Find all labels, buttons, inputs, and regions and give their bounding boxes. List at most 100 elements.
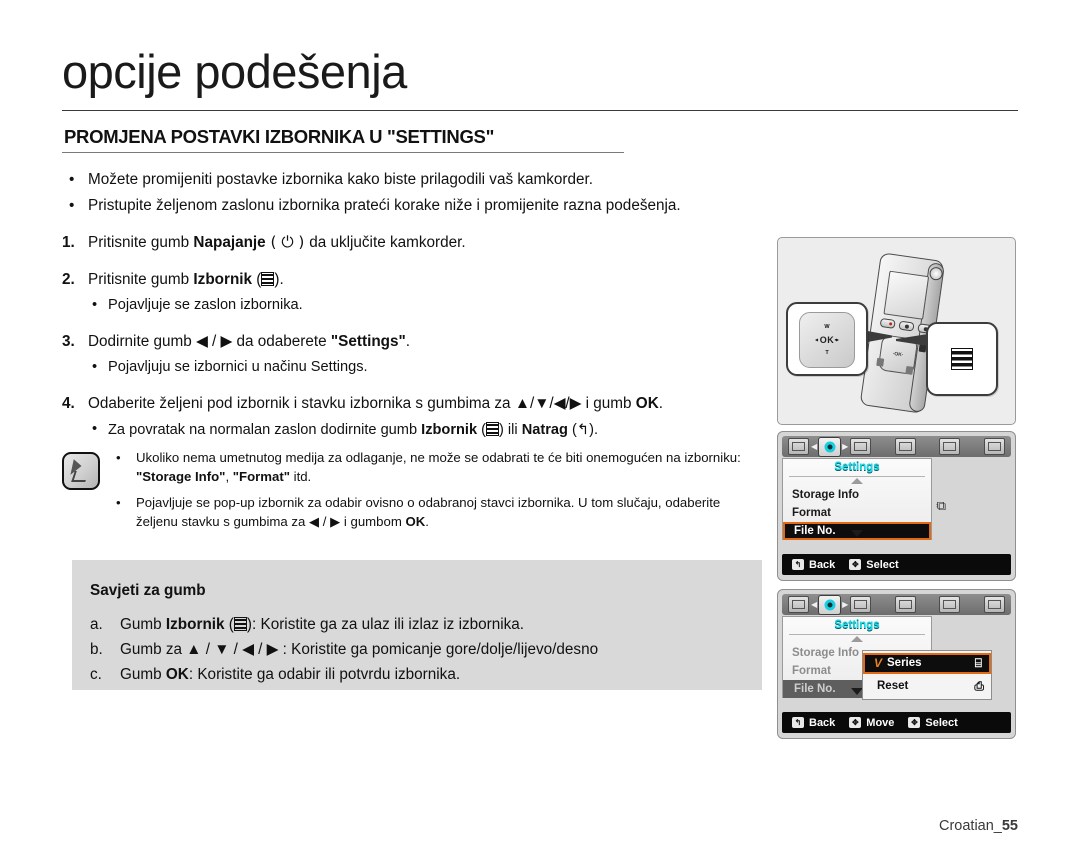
lcd-command-bar: ↰ Back ✥ Move ✥ Select <box>782 712 1011 733</box>
tip-text: Gumb Izbornik (): Koristite ga za ulaz i… <box>120 616 525 633</box>
series-file-icon: ⌸ <box>974 656 982 670</box>
note-item: • Pojavljuje se pop-up izbornik za odabi… <box>116 493 762 531</box>
section-heading: PROMJENA POSTAVKI IZBORNIKA U "SETTINGS" <box>64 126 495 147</box>
step-note-text: Pojavljuje se zaslon izbornika. <box>108 297 303 313</box>
pad-icon: ✥ <box>849 559 862 570</box>
reset-file-icon: ⎙ <box>974 679 984 693</box>
command-select[interactable]: ✥ Select <box>849 559 899 571</box>
pad-icon: ✥ <box>849 717 862 728</box>
intro-bullet-text: Možete promijeniti postavke izbornika ka… <box>88 171 594 188</box>
tip-label: b. <box>90 641 103 658</box>
tab-right-arrow-icon[interactable]: ▶ <box>842 600 848 609</box>
lcd-command-bar: ↰ Back ✥ Select <box>782 554 1011 575</box>
tab-record-icon[interactable] <box>788 438 809 455</box>
tab-storage-icon[interactable] <box>939 596 961 613</box>
intro-bullet: • Možete promijeniti postavke izbornika … <box>62 168 762 192</box>
camcorder-illustration: ·OK· W T ◂ ▸ ·OK· <box>777 237 1016 425</box>
tab-record-icon[interactable] <box>788 596 809 613</box>
command-move-label: Move <box>866 716 895 729</box>
lcd-menu-panel: Settings Storage Info Format File No. <box>782 458 932 540</box>
tips-list: a. Gumb Izbornik (): Koristite ga za ula… <box>90 612 752 687</box>
step-text-lead: Dodirnite gumb ◀ / ▶ da odaberete <box>88 333 331 350</box>
step-text-bold: Izbornik <box>193 271 253 288</box>
step-number: 2. <box>62 271 75 288</box>
pad-callout: W T ◂ ▸ ·OK· <box>786 302 868 376</box>
footer-language: Croatian_ <box>938 818 1002 834</box>
tab-display-icon[interactable] <box>984 596 1005 613</box>
command-back[interactable]: ↰ Back <box>792 717 835 729</box>
bullet-dot: • <box>69 171 75 188</box>
lcd-menu-item-format[interactable]: Format <box>783 504 931 522</box>
tab-right-arrow-icon[interactable]: ▶ <box>842 442 848 451</box>
page-footer: Croatian_55 <box>939 818 1018 834</box>
record-button <box>879 317 896 329</box>
bullet-dot: • <box>92 297 98 313</box>
tab-photo-icon[interactable] <box>894 438 916 455</box>
popup-option-reset-label: Reset <box>877 680 909 692</box>
bullet-dot: • <box>116 495 121 510</box>
step-text-tail: da uključite kamkorder. <box>309 234 466 251</box>
tab-settings-icon[interactable] <box>818 436 842 457</box>
tip-label: a. <box>90 616 103 633</box>
camcorder-lcd <box>883 270 930 320</box>
pad-icon: ✥ <box>908 717 921 728</box>
lcd-tab-bar: ◀ ▶ <box>782 594 1011 615</box>
note-item: • Ukoliko nema umetnutog medija za odlag… <box>116 448 762 486</box>
tab-display-icon[interactable] <box>984 438 1005 455</box>
tip-label: c. <box>90 666 102 683</box>
menu-bars-icon <box>486 422 500 436</box>
tip-text: Gumb OK: Koristite ga odabir ili potvrdu… <box>120 666 461 683</box>
power-glyph: ( ⏻ ) <box>265 233 310 251</box>
scroll-down-icon[interactable] <box>851 530 863 537</box>
step-4-note: • Za povratak na normalan zaslon dodirni… <box>62 418 762 442</box>
step-text-lead: Pritisnite gumb <box>88 234 194 251</box>
popup-option-series[interactable]: V Series ⌸ <box>863 653 991 674</box>
pad-up-label: W <box>824 324 830 330</box>
tab-movie-icon[interactable] <box>850 596 872 613</box>
step-number: 3. <box>62 333 75 350</box>
step-text-tail: . <box>658 395 663 412</box>
bullet-dot: • <box>116 450 121 465</box>
bullet-dot: • <box>92 359 98 375</box>
lcd-tab-bar: ◀ ▶ <box>782 436 1011 457</box>
command-select[interactable]: ✥ Select <box>908 717 958 729</box>
note-item-text: Ukoliko nema umetnutog medija za odlagan… <box>136 450 741 484</box>
popup-option-series-label: Series <box>887 657 922 669</box>
lcd-file-no-popup: ◀ ▶ Settings Storage Info Format File No… <box>777 589 1016 739</box>
lcd-menu-item-storage-info[interactable]: Storage Info <box>783 486 931 504</box>
step-3-note: • Pojavljuju se izbornici u načinu Setti… <box>62 356 762 379</box>
page-title: opcije podešenja <box>62 45 407 98</box>
step-text: Pritisnite gumb Izbornik (). <box>88 271 284 288</box>
command-back-label: Back <box>809 716 836 729</box>
manual-page: opcije podešenja PROMJENA POSTAVKI IZBOR… <box>0 0 1080 868</box>
camcorder-right-key <box>905 365 914 375</box>
scroll-up-icon[interactable] <box>851 636 863 642</box>
intro-bullet: • Pristupite željenom zaslonu izbornika … <box>62 194 762 218</box>
scroll-up-icon[interactable] <box>851 478 863 484</box>
tab-left-arrow-icon[interactable]: ◀ <box>811 600 817 609</box>
tab-left-arrow-icon[interactable]: ◀ <box>811 442 817 451</box>
step-text: Odaberite željeni pod izbornik i stavku … <box>88 391 663 416</box>
menu-callout <box>926 322 998 396</box>
lcd-menu-separator <box>789 634 925 635</box>
tab-storage-icon[interactable] <box>939 438 961 455</box>
step-text: Pritisnite gumb Napajanje ( ⏻ ) da uklju… <box>88 230 466 255</box>
popup-option-reset[interactable]: Reset ⎙ <box>863 676 991 697</box>
step-text-bold: Napajanje <box>193 234 266 251</box>
lcd-popup-menu: V Series ⌸ Reset ⎙ <box>862 650 992 700</box>
check-icon: V <box>874 656 883 670</box>
tab-settings-icon[interactable] <box>818 594 842 615</box>
menu-bars-icon <box>233 617 247 631</box>
command-back[interactable]: ↰ Back <box>792 559 835 571</box>
tab-photo-icon[interactable] <box>894 596 916 613</box>
step-text-bold: "Settings" <box>330 333 406 350</box>
step-number: 4. <box>62 395 75 412</box>
title-rule <box>62 110 1018 111</box>
step-number: 1. <box>62 234 75 251</box>
lcd-menu-title: Settings <box>834 461 880 473</box>
instructions-block: • Možete promijeniti postavke izbornika … <box>62 168 762 442</box>
tab-movie-icon[interactable] <box>850 438 872 455</box>
command-move[interactable]: ✥ Move <box>849 717 894 729</box>
lcd-menu-separator <box>789 476 925 477</box>
intro-bullet-text: Pristupite željenom zaslonu izbornika pr… <box>88 197 681 214</box>
